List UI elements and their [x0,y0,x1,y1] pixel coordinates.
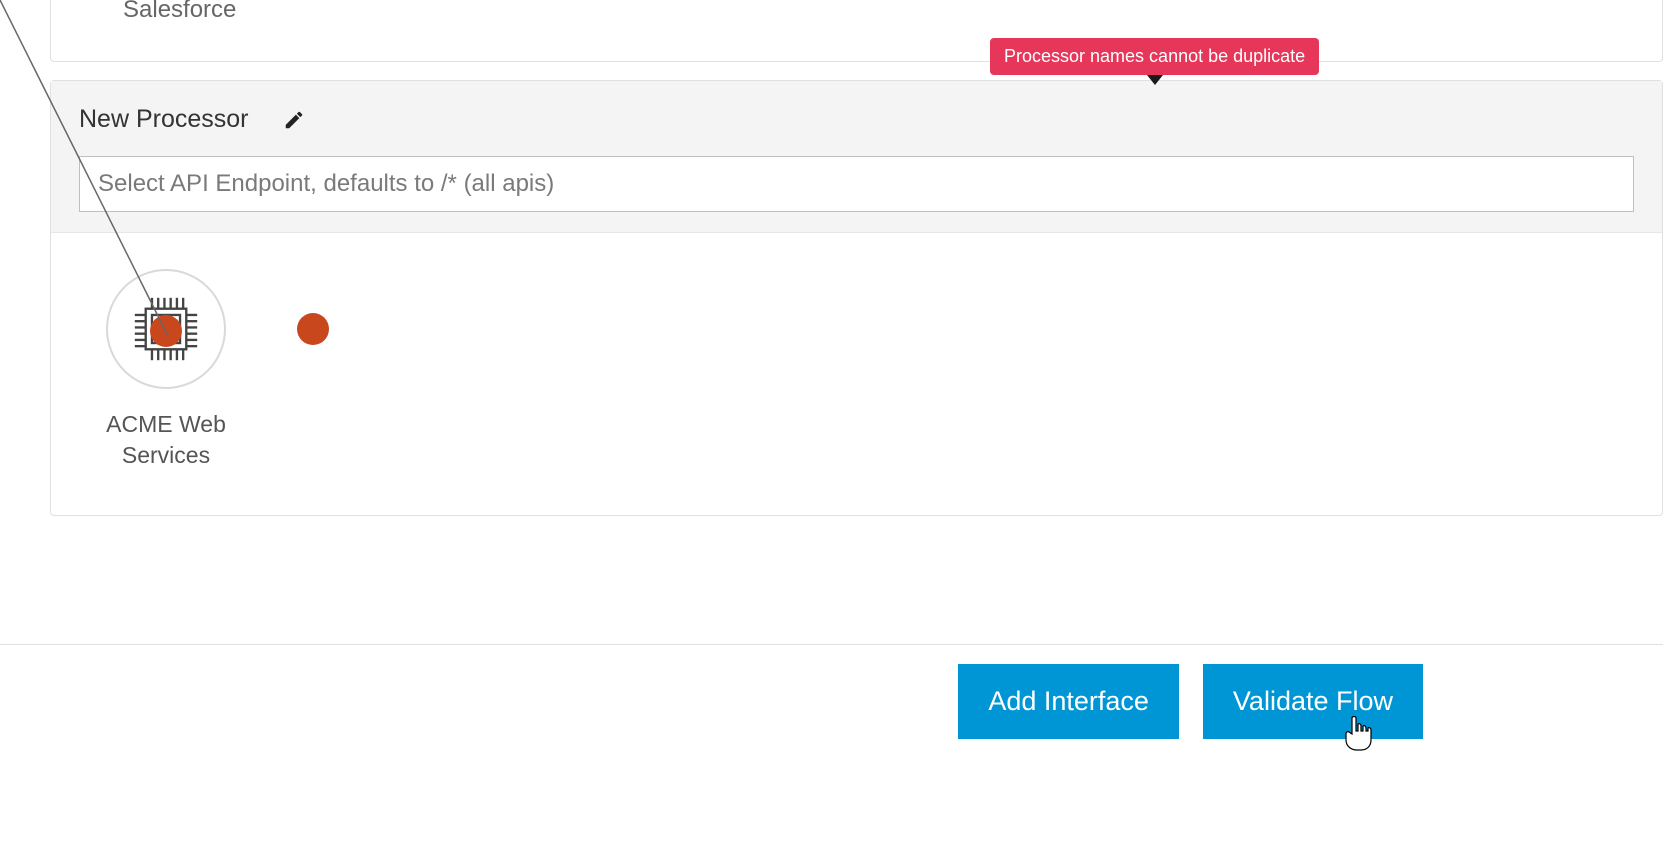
footer-buttons: Add Interface Validate Flow [958,664,1423,739]
edit-icon[interactable] [283,109,305,131]
footer-divider [0,644,1663,645]
salesforce-label: Salesforce [123,0,236,22]
processor-header: New Processor [51,81,1662,233]
error-tooltip: Processor names cannot be duplicate [990,38,1319,75]
add-interface-button[interactable]: Add Interface [958,664,1179,739]
processor-title: New Processor [79,105,249,134]
service-status-dot [150,315,182,347]
salesforce-card: Salesforce [50,0,1663,62]
error-tooltip-text: Processor names cannot be duplicate [1004,46,1305,66]
validate-flow-button[interactable]: Validate Flow [1203,664,1423,739]
service-item-acme[interactable]: ACME Web Services [81,269,251,471]
service-circle [106,269,226,389]
processor-card: New Processor [50,80,1663,516]
service-label: ACME Web Services [81,409,251,471]
connector-dot[interactable] [297,313,329,345]
processor-title-row: New Processor [79,105,1634,134]
api-endpoint-input[interactable] [79,156,1634,212]
processor-body: ACME Web Services [51,233,1662,515]
